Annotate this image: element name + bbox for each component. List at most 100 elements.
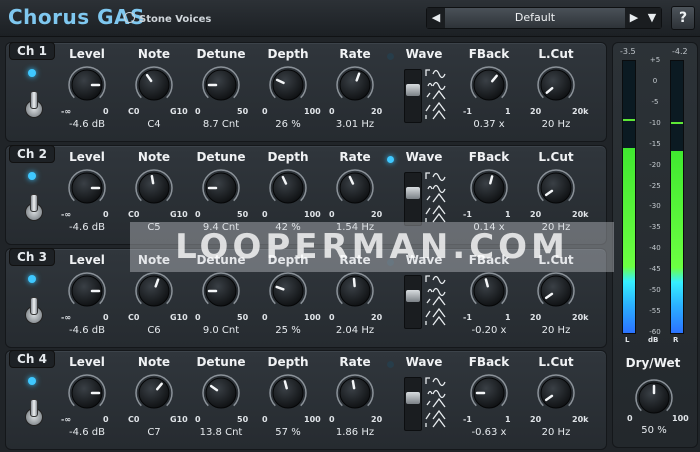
detune-knob[interactable] [201, 271, 241, 311]
vendor-name: Stone Voices [139, 14, 212, 25]
wave-selector-switch[interactable] [404, 377, 422, 431]
channel-bypass-toggle[interactable] [24, 399, 43, 429]
rate-sync-led-icon[interactable] [387, 361, 394, 368]
wave-label: Wave [405, 355, 443, 369]
rate-value: 2.04 Hz [335, 325, 375, 336]
lcut-knob[interactable] [536, 65, 576, 105]
lcut-knob[interactable] [536, 168, 576, 208]
detune-value: 8.7 Cnt [202, 119, 240, 130]
note-scale-min: C0 [128, 107, 140, 116]
lcut-scale-min: 20 [530, 415, 542, 424]
db-scale: +5 0 -5 -10 -15 -20 -25 -30 -35 -40 -45 -50 -55 -60 [638, 56, 672, 336]
previous-preset-button[interactable]: ◀ [427, 8, 445, 28]
rate-sync-led-icon[interactable] [387, 156, 394, 163]
level-knob[interactable] [67, 168, 107, 208]
level-scale-max: 0 [103, 313, 109, 322]
lcut-label: L.Cut [538, 47, 574, 61]
detune-knob[interactable] [201, 373, 241, 413]
note-value: C4 [147, 119, 161, 130]
preset-selector[interactable]: ◀ Default ▶ ▼ [426, 7, 662, 29]
note-scale-min: C0 [128, 313, 140, 322]
db-tick: -5 [651, 97, 659, 106]
rate-scale-min: 0 [329, 210, 335, 219]
db-tick: -10 [649, 118, 661, 127]
fback-knob[interactable] [469, 65, 509, 105]
depth-knob[interactable] [268, 271, 308, 311]
preset-name[interactable]: Default [445, 8, 625, 28]
rate-sync-led-icon[interactable] [387, 53, 394, 60]
fback-knob[interactable] [469, 271, 509, 311]
rate-knob[interactable] [335, 65, 375, 105]
channel-bypass-toggle[interactable] [24, 297, 43, 327]
channel-bypass-toggle[interactable] [24, 91, 43, 121]
preset-dropdown-button[interactable]: ▼ [643, 8, 661, 28]
lcut-label: L.Cut [538, 150, 574, 164]
depth-label: Depth [267, 355, 309, 369]
watermark: LOOPERMAN.COM [130, 222, 614, 272]
next-preset-button[interactable]: ▶ [625, 8, 643, 28]
level-value: -4.6 dB [69, 119, 105, 130]
fback-label: FBack [468, 150, 510, 164]
db-tick: +5 [649, 56, 661, 64]
rate-scale-max: 20 [371, 107, 383, 116]
fback-value: -0.63 x [471, 427, 507, 438]
note-knob[interactable] [134, 373, 174, 413]
level-knob[interactable] [67, 65, 107, 105]
note-knob[interactable] [134, 271, 174, 311]
lcut-knob[interactable] [536, 373, 576, 413]
rate-knob[interactable] [335, 373, 375, 413]
channel-tab[interactable]: Ch 4 [9, 350, 55, 368]
note-scale-max: G10 [170, 210, 188, 219]
wave-selector-switch[interactable] [404, 172, 422, 226]
detune-knob[interactable] [201, 168, 241, 208]
level-knob[interactable] [67, 373, 107, 413]
db-tick: -55 [649, 307, 661, 316]
rate-label: Rate [339, 355, 371, 369]
note-knob[interactable] [134, 65, 174, 105]
depth-knob[interactable] [268, 168, 308, 208]
channel-bypass-toggle[interactable] [24, 194, 43, 224]
detune-label: Detune [196, 355, 246, 369]
note-knob[interactable] [134, 168, 174, 208]
wave-selector-switch[interactable] [404, 69, 422, 123]
rate-knob[interactable] [335, 271, 375, 311]
drywet-knob[interactable] [634, 378, 674, 418]
channel-tab[interactable]: Ch 2 [9, 145, 55, 163]
rate-label: Rate [339, 47, 371, 61]
lcut-knob[interactable] [536, 271, 576, 311]
channel-strip-1: Ch 1 Level -∞ 0 -4.6 dB Note C0 G10 C4 Detune 0 50 8… [5, 42, 607, 142]
lcut-value: 20 Hz [541, 427, 571, 438]
meter-label-right: R [673, 336, 679, 344]
toggle-lever [30, 91, 38, 109]
note-scale-max: G10 [170, 415, 188, 424]
rate-knob[interactable] [335, 168, 375, 208]
fback-value: -0.20 x [471, 325, 507, 336]
wave-switch-cap [406, 84, 420, 96]
channel-tab[interactable]: Ch 1 [9, 42, 55, 60]
depth-label: Depth [267, 47, 309, 61]
fback-knob[interactable] [469, 373, 509, 413]
depth-scale-min: 0 [262, 313, 268, 322]
depth-knob[interactable] [268, 65, 308, 105]
lcut-scale-max: 20k [572, 107, 589, 116]
level-scale-max: 0 [103, 107, 109, 116]
fback-scale-min: -1 [463, 107, 472, 116]
fback-knob[interactable] [469, 168, 509, 208]
rate-scale-max: 20 [371, 415, 383, 424]
toggle-lever [30, 297, 38, 315]
toggle-lever [30, 399, 38, 417]
help-button[interactable]: ? [671, 6, 695, 30]
waveform-icons [424, 67, 446, 121]
channel-tab[interactable]: Ch 3 [9, 248, 55, 266]
depth-scale-max: 100 [304, 415, 321, 424]
detune-knob[interactable] [201, 65, 241, 105]
db-tick: -15 [649, 139, 661, 148]
rate-value: 1.86 Hz [335, 427, 375, 438]
channel-active-led-icon [28, 172, 36, 180]
wave-selector-switch[interactable] [404, 275, 422, 329]
note-scale-min: C0 [128, 415, 140, 424]
depth-knob[interactable] [268, 373, 308, 413]
level-knob[interactable] [67, 271, 107, 311]
note-label: Note [137, 47, 171, 61]
db-tick: -50 [649, 286, 661, 295]
